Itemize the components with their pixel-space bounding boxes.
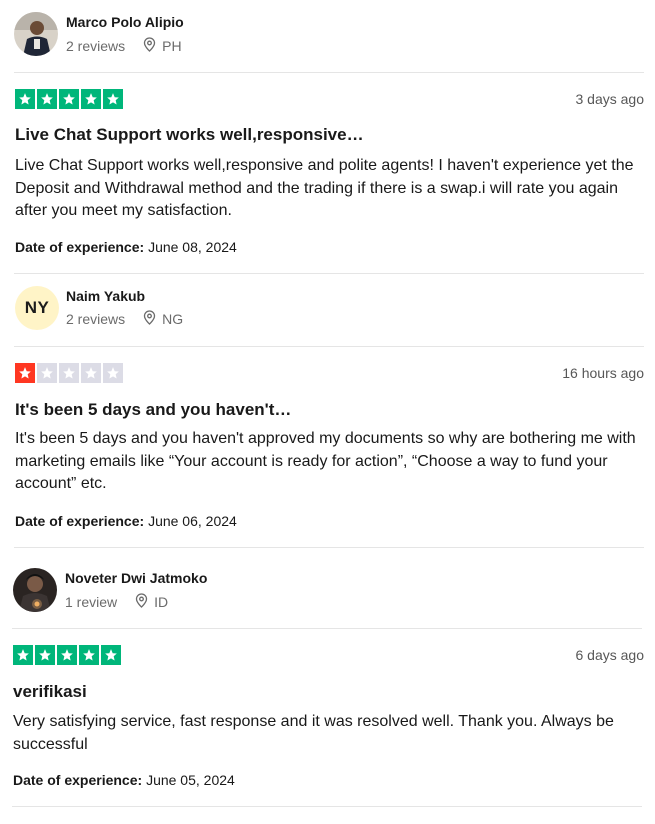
review-title[interactable]: verifikasi [13,682,87,702]
star-icon [37,89,57,109]
review-body: Very satisfying service, fast response a… [13,713,614,753]
experience-label: Date of experience: [13,772,147,788]
star-rating [15,363,123,383]
star-icon [101,645,121,665]
reviewer-info[interactable]: Marco Polo Alipio 2 reviews PH [0,0,640,56]
reviewer-country: NG [162,311,184,327]
experience-label: Date of experience: [15,239,149,255]
star-icon [57,645,77,665]
divider [12,628,642,629]
date-of-experience: Date of experience: June 06, 2024 [15,513,237,529]
review-date: 6 days ago [575,647,645,663]
review-title[interactable]: It's been 5 days and you haven't… [15,400,291,420]
review-count: 2 reviews [66,311,126,327]
review-title[interactable]: Live Chat Support works well,responsive… [15,125,364,145]
reviewer-name[interactable]: Marco Polo Alipio [66,14,184,30]
experience-date: June 08, 2024 [148,239,237,255]
star-icon [35,645,55,665]
experience-date: June 05, 2024 [146,772,235,788]
review-date: 16 hours ago [562,365,644,381]
star-icon [81,89,101,109]
reviewer-country: ID [154,594,169,610]
review-date: 3 days ago [575,91,645,107]
star-icon [59,363,79,383]
divider [14,273,644,274]
star-rating [15,89,123,109]
review-body: It's been 5 days and you haven't approve… [15,430,636,492]
star-icon [81,363,101,383]
divider [14,72,644,73]
divider [14,346,644,347]
star-icon [59,89,79,109]
star-rating [13,645,121,665]
reviewer-meta: 2 reviews PH [66,37,182,55]
date-of-experience: Date of experience: June 05, 2024 [13,772,235,788]
star-icon [15,363,35,383]
date-of-experience: Date of experience: June 08, 2024 [15,239,237,255]
star-icon [103,363,123,383]
location-pin-icon [135,593,148,611]
star-icon [103,89,123,109]
star-icon [13,645,33,665]
divider [12,806,642,807]
experience-date: June 06, 2024 [148,513,237,529]
avatar[interactable] [14,12,58,56]
divider [14,547,644,548]
review-count: 1 review [65,594,118,610]
reviewer-meta: 2 reviews NG [66,310,183,328]
location-pin-icon [143,37,156,55]
avatar[interactable]: NY [15,286,59,330]
review-body: Live Chat Support works well,responsive … [15,157,634,219]
star-icon [79,645,99,665]
star-icon [37,363,57,383]
reviewer-name[interactable]: Naim Yakub [66,288,145,304]
star-icon [15,89,35,109]
reviewer-meta: 1 review ID [65,593,168,611]
experience-label: Date of experience: [15,513,149,529]
location-pin-icon [143,310,156,328]
review-count: 2 reviews [66,38,126,54]
avatar[interactable] [13,568,57,612]
reviewer-country: PH [162,38,182,54]
reviewer-name[interactable]: Noveter Dwi Jatmoko [65,570,207,586]
